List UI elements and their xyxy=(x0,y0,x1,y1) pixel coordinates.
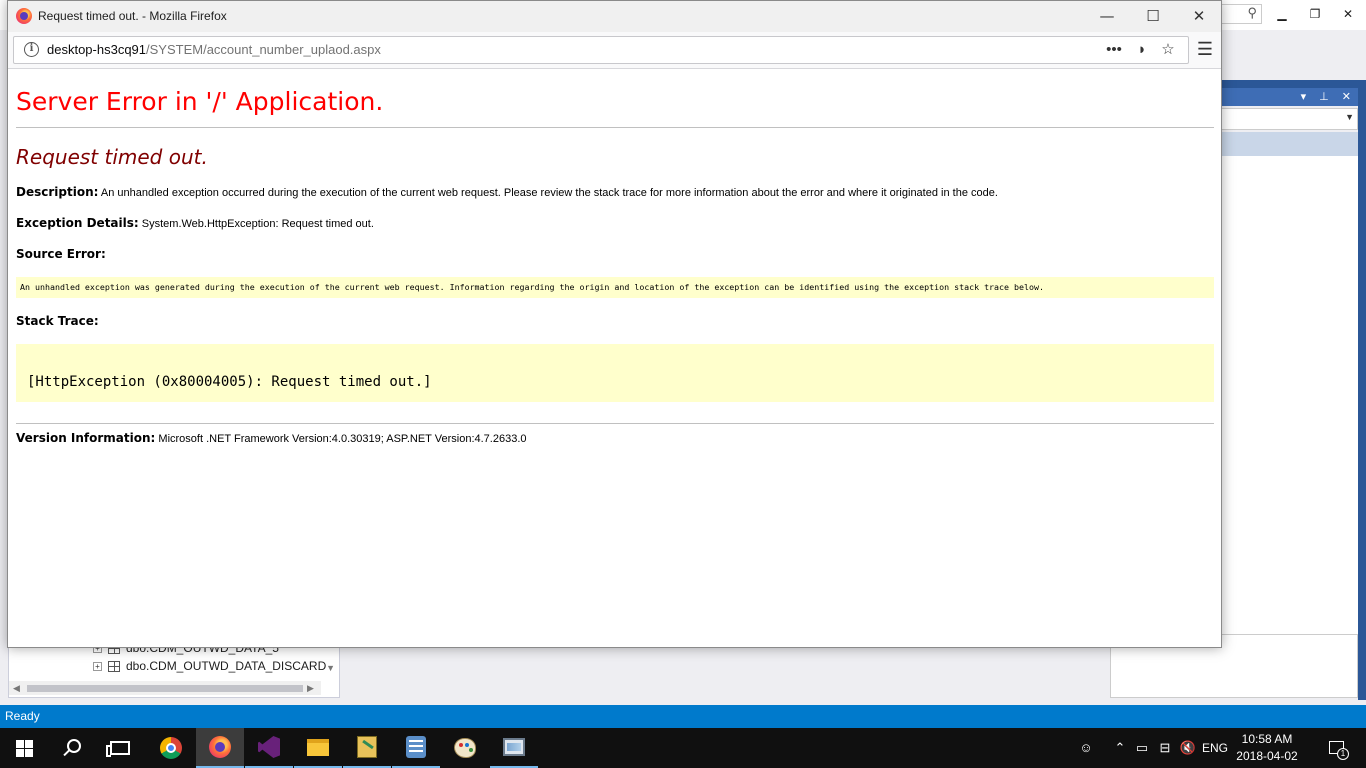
search-icon xyxy=(67,739,81,753)
windows-logo-icon xyxy=(15,739,33,757)
bookmark-star-icon[interactable]: ☆ xyxy=(1156,37,1180,63)
exception-label: Exception Details: xyxy=(16,216,139,230)
background-accent-band xyxy=(1222,80,1366,88)
firefox-icon xyxy=(209,736,231,758)
visual-studio-icon xyxy=(258,736,280,758)
exception-details-line: Exception Details: System.Web.HttpExcept… xyxy=(16,216,374,230)
clock-date: 2018-04-02 xyxy=(1236,749,1298,763)
properties-panel-header: ▾ ⊥ ✕ xyxy=(1222,88,1360,106)
clock-time: 10:58 AM xyxy=(1241,732,1293,746)
navigation-toolbar: i desktop-hs3cq91/SYSTEM/account_number_… xyxy=(8,32,1221,69)
close-button[interactable]: ✕ xyxy=(1176,1,1222,32)
description-line: Description: An unhandled exception occu… xyxy=(16,185,998,199)
search-icon: ⚲ xyxy=(1247,5,1257,20)
scroll-left-arrow-icon[interactable]: ◀ xyxy=(13,681,20,695)
tree-horizontal-scrollbar[interactable]: ◀ ▶ xyxy=(9,681,321,695)
url-path: /SYSTEM/account_number_uplaod.aspx xyxy=(146,42,381,57)
tree-item[interactable]: + dbo.CDM_OUTWD_DATA_DISCARD xyxy=(93,657,326,675)
start-button[interactable] xyxy=(0,728,48,768)
description-text: An unhandled exception occurred during t… xyxy=(100,187,998,199)
firefox-window: Request timed out. - Mozilla Firefox — ☐… xyxy=(7,0,1222,648)
firefox-logo-icon xyxy=(16,8,32,24)
source-error-label: Source Error: xyxy=(16,247,106,261)
tree-item-label: dbo.CDM_OUTWD_DATA_DISCARD xyxy=(126,659,327,673)
minimize-icon[interactable]: ▁ xyxy=(1270,4,1294,24)
close-icon[interactable]: ✕ xyxy=(1336,4,1360,24)
chevron-down-icon: ▼ xyxy=(1345,112,1354,122)
site-info-icon[interactable]: i xyxy=(24,42,39,57)
properties-panel-selected-row[interactable] xyxy=(1222,132,1358,156)
taskbar-visual-studio[interactable] xyxy=(245,728,293,768)
chrome-icon xyxy=(160,737,182,759)
properties-panel-dropdown[interactable]: ▼ xyxy=(1222,108,1358,130)
task-view-button[interactable] xyxy=(96,728,144,768)
panel-header-icons[interactable]: ▾ ⊥ ✕ xyxy=(1301,88,1356,106)
notification-count: 1 xyxy=(1337,748,1349,760)
table-icon xyxy=(108,661,120,673)
database-icon xyxy=(406,736,426,758)
battery-icon[interactable]: ▭ xyxy=(1132,728,1152,768)
firefox-titlebar[interactable]: Request timed out. - Mozilla Firefox — ☐… xyxy=(8,1,1221,32)
folder-icon xyxy=(307,738,329,756)
version-information-line: Version Information: Microsoft .NET Fram… xyxy=(16,431,527,445)
error-heading: Request timed out. xyxy=(16,145,208,169)
divider xyxy=(16,127,1214,128)
page-content: Server Error in '/' Application. Request… xyxy=(8,69,1221,647)
taskbar-firefox[interactable] xyxy=(196,728,244,768)
people-icon[interactable]: ☺ xyxy=(1074,728,1098,768)
taskbar-file-explorer[interactable] xyxy=(294,728,342,768)
exception-text: System.Web.HttpException: Request timed … xyxy=(141,218,374,230)
maximize-button[interactable]: ☐ xyxy=(1130,1,1176,32)
taskbar-chrome[interactable] xyxy=(147,728,195,768)
monitor-icon xyxy=(503,738,525,756)
source-error-box: An unhandled exception was generated dur… xyxy=(16,277,1214,298)
restore-icon[interactable]: ❐ xyxy=(1303,4,1327,24)
status-bar: Ready xyxy=(0,705,1366,728)
background-side-frame xyxy=(1358,88,1366,700)
minimize-button[interactable]: — xyxy=(1084,1,1130,32)
source-error-line: Source Error: xyxy=(16,247,106,261)
tool-icon xyxy=(357,736,377,758)
taskbar-tool[interactable] xyxy=(343,728,391,768)
source-error-text: An unhandled exception was generated dur… xyxy=(20,282,1045,292)
stack-trace-box: [HttpException (0x80004005): Request tim… xyxy=(16,344,1214,402)
language-indicator[interactable]: ENG xyxy=(1200,728,1230,768)
status-text: Ready xyxy=(5,709,40,723)
paint-icon xyxy=(454,738,476,758)
scroll-down-arrow-icon[interactable]: ▼ xyxy=(326,663,335,673)
object-explorer-tree: + dbo.CDM_OUTWD_DATA_5 + dbo.CDM_OUTWD_DAT… xyxy=(8,640,340,698)
volume-muted-icon[interactable]: 🔇 xyxy=(1178,728,1198,768)
network-icon[interactable]: ⊟ xyxy=(1154,728,1176,768)
action-center-button[interactable]: 1 xyxy=(1322,728,1352,768)
background-toolbar xyxy=(1222,30,1366,80)
page-actions-icon[interactable]: ••• xyxy=(1102,37,1126,63)
expand-icon[interactable]: + xyxy=(93,662,102,672)
scrollbar-thumb[interactable] xyxy=(27,685,303,692)
properties-panel-body xyxy=(1222,156,1358,634)
background-quick-launch[interactable]: ⚲ xyxy=(1222,4,1262,24)
url-bar[interactable]: i desktop-hs3cq91/SYSTEM/account_number_… xyxy=(13,36,1189,64)
divider xyxy=(16,423,1214,424)
stack-trace-line: Stack Trace: xyxy=(16,314,99,328)
scroll-right-arrow-icon[interactable]: ▶ xyxy=(307,681,314,695)
search-button[interactable] xyxy=(48,728,96,768)
taskbar-remote-desktop[interactable] xyxy=(490,728,538,768)
stack-trace-label: Stack Trace: xyxy=(16,314,99,328)
window-title: Request timed out. - Mozilla Firefox xyxy=(38,9,227,23)
version-label: Version Information: xyxy=(16,431,156,445)
taskbar-paint[interactable] xyxy=(441,728,489,768)
pocket-icon[interactable]: ◗ xyxy=(1130,37,1154,63)
page-title: Server Error in '/' Application. xyxy=(16,87,384,116)
url-text[interactable]: desktop-hs3cq91/SYSTEM/account_number_up… xyxy=(47,37,381,63)
clock[interactable]: 10:58 AM 2018-04-02 xyxy=(1232,731,1302,765)
version-text: Microsoft .NET Framework Version:4.0.303… xyxy=(158,433,527,445)
task-view-icon xyxy=(106,741,130,757)
description-label: Description: xyxy=(16,185,99,199)
menu-hamburger-icon[interactable]: ☰ xyxy=(1195,38,1215,62)
stack-trace-text: [HttpException (0x80004005): Request tim… xyxy=(27,374,432,390)
system-tray: ☺ ⌃ ▭ ⊟ 🔇 ENG 10:58 AM 2018-04-02 1 xyxy=(1066,728,1366,768)
show-hidden-icons-icon[interactable]: ⌃ xyxy=(1112,728,1128,768)
url-host: desktop-hs3cq91 xyxy=(47,42,147,57)
taskbar-sql-management[interactable] xyxy=(392,728,440,768)
